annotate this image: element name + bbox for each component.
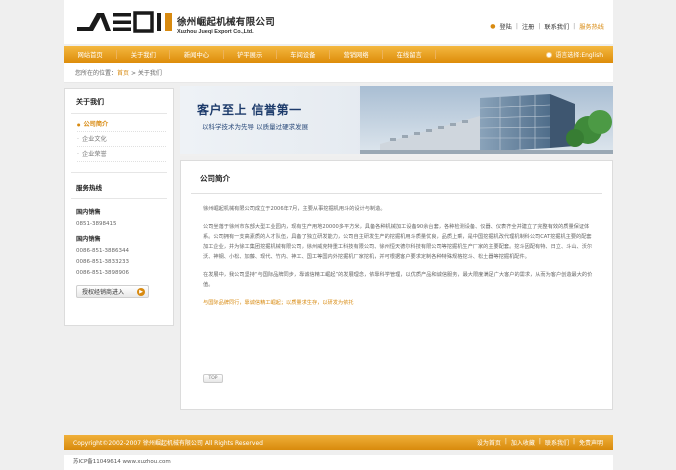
content-paragraph: 公司坐落于徐州市东部大型工业园内，现有生产用地20000多平方米，具备各种机械加… (203, 224, 593, 260)
company-logo[interactable] (77, 10, 173, 34)
breadcrumb-home-link[interactable]: 首页 (117, 70, 129, 77)
sidebar-item-culture[interactable]: 企业文化 (77, 132, 166, 147)
footer-link-homepage[interactable]: 设为首页 (477, 438, 501, 447)
breadcrumb-prefix: 您所在的位置： (75, 70, 118, 77)
register-link[interactable]: 注册 (522, 22, 534, 31)
main-content: 公司简介 徐州崛起机械有限公司成立于2006年7月，主要从事挖掘机用斗的设计与制… (180, 160, 613, 410)
site-header: 徐州崛起机械有限公司 Xuzhou Jueqi Export Co.,Ltd. … (64, 0, 613, 44)
footer-link-disclaimer[interactable]: 免责声明 (579, 438, 603, 447)
back-to-top-button[interactable]: TOP (203, 374, 223, 383)
icp-info: 苏ICP备11049614 www.xuzhou.com (64, 455, 613, 470)
hotline-link[interactable]: 服务热线 (579, 22, 604, 31)
sidebar: 关于我们 公司简介 企业文化 企业荣誉 服务热线 国内销售 0851-38984… (64, 88, 174, 326)
content-paragraph: 徐州崛起机械有限公司成立于2006年7月，主要从事挖掘机用斗的设计与制造。 (203, 206, 386, 212)
login-link[interactable]: 登陆 (499, 22, 511, 31)
footer-bar: Copyright©2002-2007 徐州崛起机械有限公司 All Right… (64, 435, 613, 450)
dealer-login-button[interactable]: 授权经销商进入 ▶ (76, 285, 149, 298)
sidebar-item-profile[interactable]: 公司简介 (77, 117, 166, 132)
banner-subtitle: 以科学技术为先导 以质量过硬求发展 (202, 123, 309, 131)
main-nav: 网站首页 关于我们 新闻中心 铲平展示 车间设备 营销网络 在线留言 语言选择:… (64, 46, 613, 63)
sales-phone: 0851-3898415 (76, 221, 117, 227)
nav-item-message[interactable]: 在线留言 (383, 50, 437, 59)
building-image (360, 86, 613, 154)
nav-item-news[interactable]: 新闻中心 (170, 50, 224, 59)
dealer-login-label: 授权经销商进入 (82, 289, 125, 296)
content-body: 徐州崛起机械有限公司成立于2006年7月，主要从事挖掘机用斗的设计与制造。 公司… (181, 194, 612, 308)
sales-label-1: 国内销售 (76, 209, 101, 216)
breadcrumb-current: 关于我们 (137, 70, 162, 77)
nav-item-network[interactable]: 营销网络 (330, 50, 384, 59)
sidebar-item-honors[interactable]: 企业荣誉 (77, 147, 166, 162)
sales-phone: 0086-851-3833233 (76, 259, 129, 265)
breadcrumb: 您所在的位置：首页 > 关于我们 (64, 63, 613, 83)
footer-links: 设为首页 | 加入收藏 | 联系我们 | 免责声明 (476, 438, 603, 447)
banner: 客户至上 信誉第一 以科学技术为先导 以质量过硬求发展 (180, 86, 613, 156)
service-title: 服务热线 (76, 184, 102, 192)
company-name-en: Xuzhou Jueqi Export Co.,Ltd. (177, 29, 254, 35)
arrow-right-icon: ▶ (137, 287, 145, 296)
contact-link[interactable]: 联系我们 (544, 22, 569, 31)
sales-label-2: 国内销售 (76, 236, 101, 243)
company-name-zh: 徐州崛起机械有限公司 (177, 17, 276, 28)
language-select[interactable]: 语言选择:English (546, 50, 603, 59)
nav-item-home[interactable]: 网站首页 (64, 50, 118, 59)
top-links: ● 登陆 | 注册 | 联系我们 | 服务热线 (490, 22, 604, 31)
footer-link-favorite[interactable]: 加入收藏 (511, 438, 535, 447)
company-name: 徐州崛起机械有限公司 Xuzhou Jueqi Export Co.,Ltd. (177, 14, 275, 35)
content-title: 公司简介 (200, 174, 230, 183)
sales-phone: 0086-851-3898906 (76, 270, 129, 276)
content-paragraph: 在发展中，我公司坚持“与国际品牌同步，靠诚信精工崛起”的发展理念，依靠科学管理，… (203, 272, 593, 288)
nav-item-equipment[interactable]: 车间设备 (277, 50, 330, 59)
sidebar-menu: 公司简介 企业文化 企业荣誉 (65, 114, 173, 162)
content-slogan: 与国际品牌同行，靠诚信精工崛起；以质量求生存，以研发为依托 (203, 300, 354, 306)
nav-item-about[interactable]: 关于我们 (117, 50, 171, 59)
footer-link-contact[interactable]: 联系我们 (545, 438, 569, 447)
copyright-text: Copyright©2002-2007 徐州崛起机械有限公司 All Right… (73, 440, 263, 447)
banner-title: 客户至上 信誉第一 (197, 103, 302, 117)
bullet-icon: ● (490, 23, 496, 30)
sidebar-title: 关于我们 (76, 98, 104, 106)
globe-icon (546, 51, 553, 58)
nav-item-products[interactable]: 铲平展示 (224, 50, 277, 59)
language-label: 语言选择:English (555, 52, 603, 59)
sales-phone: 0086-851-3886344 (76, 248, 129, 254)
